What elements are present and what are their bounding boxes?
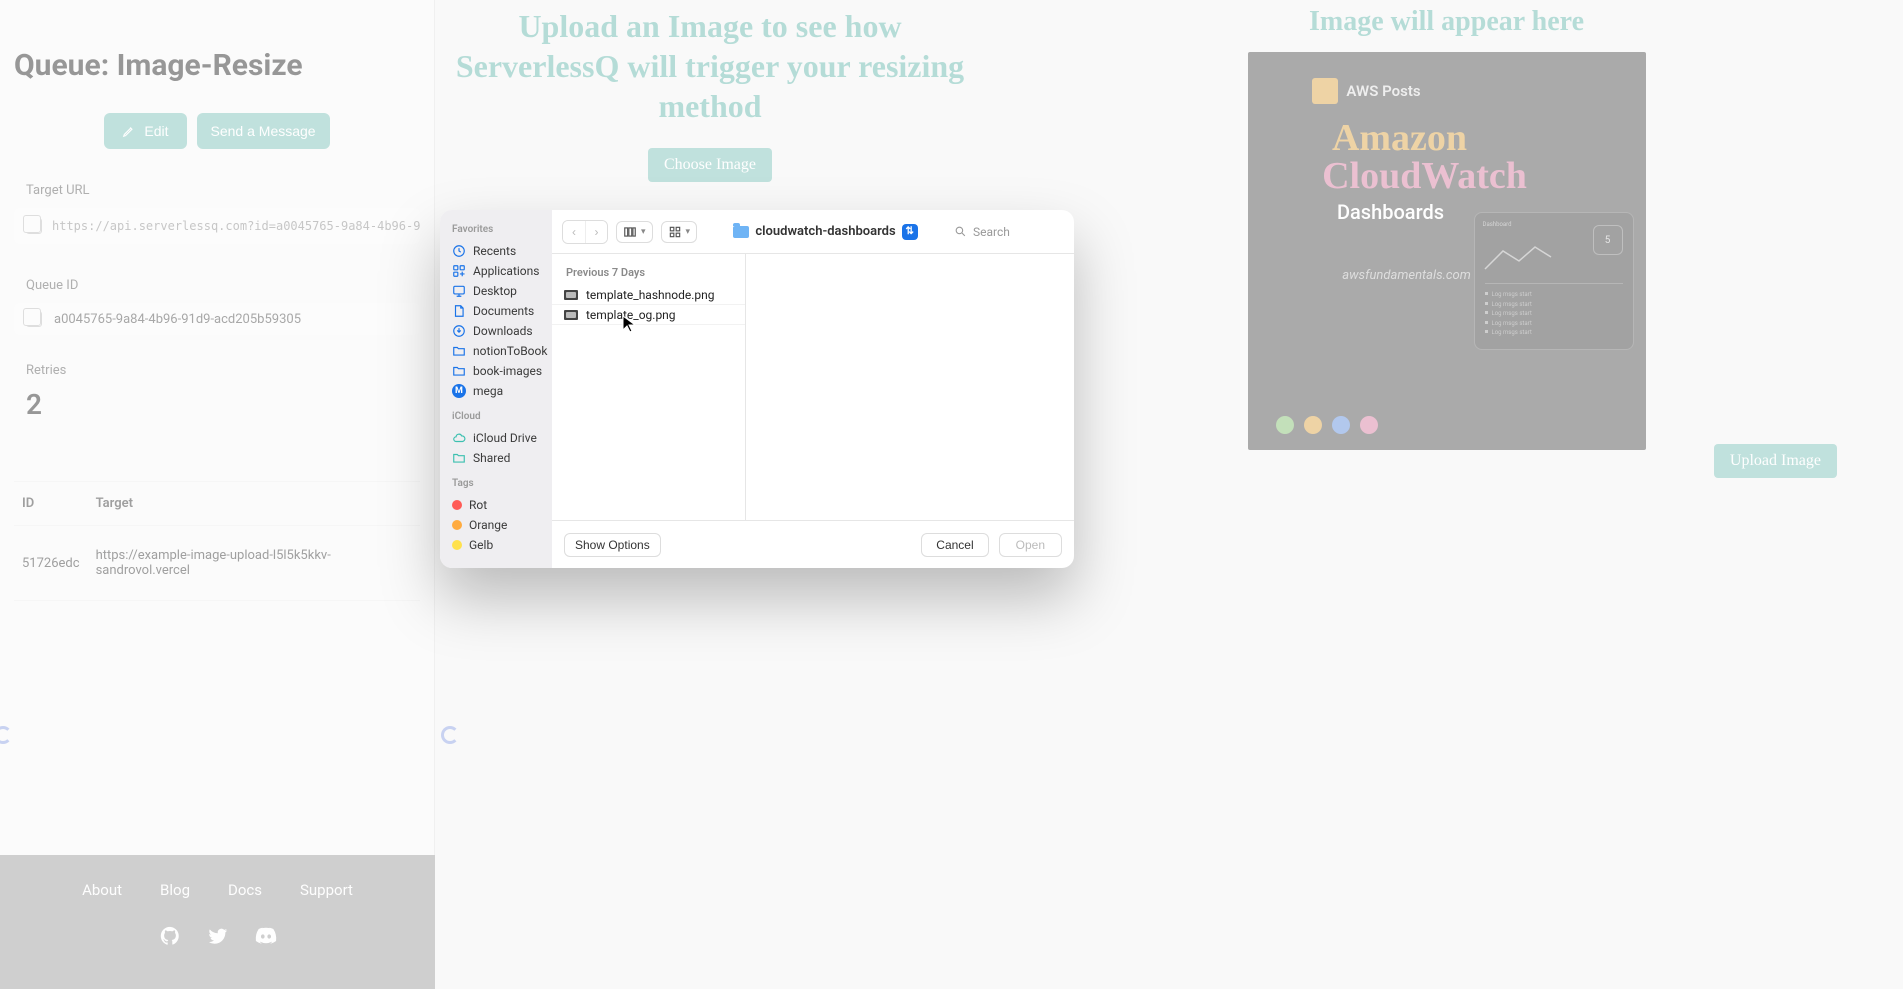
file-list-column: Previous 7 Days template_hashnode.png te… <box>552 254 746 520</box>
open-button[interactable]: Open <box>999 533 1062 557</box>
show-options-button[interactable]: Show Options <box>564 533 661 557</box>
favorites-header: Favorites <box>452 224 544 235</box>
sidebar-tag-rot[interactable]: Rot <box>448 495 544 515</box>
tag-dot-icon <box>452 520 462 530</box>
mouse-cursor-icon <box>622 315 636 337</box>
nav-buttons: ‹ › <box>562 220 608 244</box>
search-placeholder: Search <box>973 225 1010 239</box>
tags-header: Tags <box>452 478 544 489</box>
apps-icon <box>452 264 466 278</box>
file-row[interactable]: template_og.png <box>552 305 745 325</box>
sidebar-item-shared[interactable]: Shared <box>448 448 544 468</box>
finder-bottom-bar: Show Options Cancel Open <box>552 520 1074 568</box>
sidebar-item-desktop[interactable]: Desktop <box>448 281 544 301</box>
location-label: cloudwatch-dashboards <box>755 224 895 239</box>
finder-main: ‹ › ▾ ▾ cloudwatch-dashboards ⇅ Search <box>552 210 1074 568</box>
cloud-icon <box>452 431 466 445</box>
file-preview-column <box>746 254 1074 520</box>
tag-dot-icon <box>452 540 462 550</box>
finder-toolbar: ‹ › ▾ ▾ cloudwatch-dashboards ⇅ Search <box>552 210 1074 254</box>
cancel-button[interactable]: Cancel <box>921 533 988 557</box>
clock-icon <box>452 244 466 258</box>
sidebar-item-notiontobook[interactable]: notionToBook <box>448 341 544 361</box>
sidebar-item-mega[interactable]: M mega <box>448 381 544 401</box>
chevron-down-icon: ▾ <box>641 227 646 237</box>
sidebar-tag-gelb[interactable]: Gelb <box>448 535 544 555</box>
finder-sidebar: Favorites Recents Applications Desktop D… <box>440 210 552 568</box>
file-row[interactable]: template_hashnode.png <box>552 285 745 305</box>
file-open-dialog: Favorites Recents Applications Desktop D… <box>440 210 1074 568</box>
icloud-header: iCloud <box>452 411 544 422</box>
location-selector[interactable]: cloudwatch-dashboards ⇅ <box>705 224 946 240</box>
download-icon <box>452 324 466 338</box>
sidebar-item-icloud-drive[interactable]: iCloud Drive <box>448 428 544 448</box>
nav-back-button[interactable]: ‹ <box>563 221 585 243</box>
sidebar-item-recents[interactable]: Recents <box>448 241 544 261</box>
file-name: template_hashnode.png <box>586 288 715 302</box>
folder-icon <box>452 344 466 358</box>
sidebar-item-downloads[interactable]: Downloads <box>448 321 544 341</box>
file-group-header: Previous 7 Days <box>552 262 745 285</box>
sidebar-item-applications[interactable]: Applications <box>448 261 544 281</box>
sidebar-item-documents[interactable]: Documents <box>448 301 544 321</box>
image-file-icon <box>564 310 578 320</box>
folder-icon <box>733 226 749 238</box>
mega-icon: M <box>452 384 466 398</box>
shared-folder-icon <box>452 451 466 465</box>
tag-dot-icon <box>452 500 462 510</box>
nav-forward-button[interactable]: › <box>585 221 607 243</box>
sidebar-tag-orange[interactable]: Orange <box>448 515 544 535</box>
grid-icon <box>668 225 682 239</box>
finder-columns: Previous 7 Days template_hashnode.png te… <box>552 254 1074 520</box>
columns-icon <box>623 225 637 239</box>
sidebar-item-book-images[interactable]: book-images <box>448 361 544 381</box>
view-columns-button[interactable]: ▾ <box>616 221 653 243</box>
search-icon <box>954 225 967 238</box>
chevron-down-icon: ▾ <box>686 227 691 237</box>
dropdown-indicator-icon: ⇅ <box>902 224 918 240</box>
search-field[interactable]: Search <box>954 225 1064 239</box>
desktop-icon <box>452 284 466 298</box>
image-file-icon <box>564 290 578 300</box>
folder-icon <box>452 364 466 378</box>
document-icon <box>452 304 466 318</box>
view-grid-button[interactable]: ▾ <box>661 221 698 243</box>
